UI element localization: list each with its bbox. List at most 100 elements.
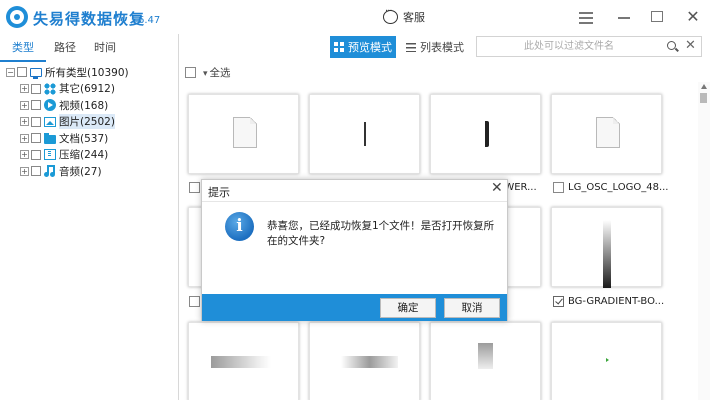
document-icon bbox=[596, 117, 620, 148]
dialog-divider bbox=[202, 201, 507, 202]
cancel-button[interactable]: 取消 bbox=[444, 298, 500, 318]
menu-button[interactable] bbox=[578, 8, 596, 26]
close-window-button[interactable]: ✕ bbox=[684, 8, 702, 26]
title-bar: 失易得数据恢复 6.47 客服 ✕ bbox=[0, 0, 710, 34]
file-checkbox[interactable] bbox=[189, 295, 200, 307]
file-thumbnail[interactable] bbox=[309, 322, 420, 400]
image-icon bbox=[44, 116, 56, 127]
tree-item-label: 文档(537) bbox=[59, 132, 109, 145]
tree-checkbox[interactable] bbox=[17, 67, 27, 77]
tree-item-all-types[interactable]: − 所有类型(10390) bbox=[6, 64, 129, 80]
expand-icon[interactable]: + bbox=[20, 84, 29, 93]
info-icon: i bbox=[225, 212, 254, 241]
maximize-icon bbox=[651, 11, 663, 22]
confirm-button[interactable]: 确定 bbox=[380, 298, 436, 318]
image-preview bbox=[606, 358, 609, 362]
vertical-scrollbar[interactable] bbox=[698, 82, 710, 400]
toolbar: 预览模式 列表模式 ✕ bbox=[180, 34, 710, 62]
grid-view-icon bbox=[334, 42, 344, 52]
expand-icon[interactable]: + bbox=[20, 133, 29, 143]
app-logo-icon bbox=[6, 6, 28, 28]
preview-mode-label: 预览模式 bbox=[348, 41, 392, 54]
search-box: ✕ bbox=[476, 36, 702, 57]
tree-checkbox[interactable] bbox=[31, 166, 41, 176]
tree-item-archive[interactable]: + 压缩(244) bbox=[20, 147, 129, 163]
tree-item-label: 其它(6912) bbox=[59, 83, 115, 95]
grid-icon bbox=[44, 82, 56, 95]
file-checkbox[interactable] bbox=[553, 181, 564, 193]
tree-checkbox[interactable] bbox=[31, 133, 41, 143]
image-preview bbox=[341, 356, 398, 368]
app-version: 6.47 bbox=[138, 15, 161, 26]
file-name: LG_OSC_LOGO_48... bbox=[568, 181, 669, 193]
file-thumbnail[interactable] bbox=[551, 322, 662, 400]
file-name: BG-GRADIENT-BO... bbox=[568, 295, 665, 307]
tree-item-document[interactable]: + 文档(537) bbox=[20, 130, 129, 146]
minimize-button[interactable] bbox=[616, 8, 634, 26]
computer-icon bbox=[30, 67, 42, 79]
file-thumbnail[interactable] bbox=[188, 94, 299, 174]
list-view-icon bbox=[406, 42, 416, 52]
file-thumbnail[interactable] bbox=[430, 322, 541, 400]
tree-item-other[interactable]: + 其它(6912) bbox=[20, 81, 129, 97]
tree-item-audio[interactable]: + 音频(27) bbox=[20, 163, 129, 179]
chat-bubble-icon bbox=[383, 6, 398, 24]
expand-icon[interactable]: + bbox=[20, 117, 29, 126]
list-mode-label: 列表模式 bbox=[420, 41, 464, 54]
file-caption[interactable]: BG-GRADIENT-BO... bbox=[553, 294, 664, 308]
tree-checkbox[interactable] bbox=[31, 116, 41, 127]
collapse-icon[interactable]: − bbox=[6, 67, 15, 77]
file-thumbnail[interactable] bbox=[551, 207, 662, 288]
dialog-close-icon[interactable]: ✕ bbox=[491, 180, 503, 196]
expand-icon[interactable]: + bbox=[20, 150, 29, 159]
select-all-row[interactable]: 全选 bbox=[185, 64, 231, 80]
tab-path[interactable]: 路径 bbox=[46, 34, 84, 62]
hamburger-icon bbox=[579, 12, 593, 14]
file-checkbox[interactable] bbox=[553, 295, 564, 307]
tree-checkbox[interactable] bbox=[31, 83, 41, 94]
app-title: 失易得数据恢复 bbox=[33, 10, 146, 28]
document-icon bbox=[233, 117, 257, 148]
image-preview bbox=[364, 122, 366, 146]
file-thumbnail[interactable] bbox=[188, 322, 299, 400]
clear-search-icon[interactable]: ✕ bbox=[685, 38, 696, 54]
tree-item-video[interactable]: + 视频(168) bbox=[20, 97, 129, 113]
select-all-checkbox[interactable] bbox=[185, 66, 196, 78]
folder-icon bbox=[44, 132, 56, 144]
prompt-dialog: 提示 ✕ i 恭喜您，已经成功恢复1个文件！是否打开恢复所在的文件夹? 确定 取… bbox=[201, 179, 508, 321]
tree-checkbox[interactable] bbox=[31, 149, 41, 160]
file-type-tree: − 所有类型(10390) + 其它(6912) + 视频(168) + 图片(… bbox=[6, 64, 129, 180]
list-mode-button[interactable]: 列表模式 bbox=[406, 36, 470, 58]
search-input[interactable] bbox=[481, 38, 657, 55]
tree-item-label: 图片(2502) bbox=[59, 114, 115, 129]
tree-item-label: 所有类型(10390) bbox=[45, 66, 129, 79]
file-thumbnail[interactable] bbox=[551, 94, 662, 174]
scrollbar-thumb[interactable] bbox=[700, 93, 707, 103]
file-thumbnail[interactable] bbox=[430, 94, 541, 174]
preview-mode-button[interactable]: 预览模式 bbox=[330, 36, 396, 58]
tree-checkbox[interactable] bbox=[31, 100, 41, 110]
image-preview bbox=[603, 220, 611, 288]
tab-time[interactable]: 时间 bbox=[84, 34, 126, 62]
expand-icon[interactable]: + bbox=[20, 166, 29, 176]
scroll-up-icon[interactable] bbox=[701, 84, 707, 89]
search-icon[interactable] bbox=[667, 41, 676, 50]
image-preview bbox=[478, 343, 493, 369]
maximize-button[interactable] bbox=[650, 8, 668, 26]
file-checkbox[interactable] bbox=[189, 181, 200, 193]
tree-item-label: 视频(168) bbox=[59, 99, 109, 112]
customer-service-label: 客服 bbox=[403, 11, 425, 24]
audio-icon bbox=[44, 165, 56, 177]
file-caption[interactable]: LG_OSC_LOGO_48... bbox=[553, 180, 669, 194]
customer-service-button[interactable]: 客服 bbox=[383, 6, 425, 25]
tree-item-image[interactable]: + 图片(2502) bbox=[20, 114, 129, 130]
left-tabs: 类型 路径 时间 bbox=[0, 34, 178, 62]
dialog-title: 提示 bbox=[208, 186, 230, 199]
file-thumbnail[interactable] bbox=[309, 94, 420, 174]
expand-icon[interactable]: + bbox=[20, 100, 29, 110]
tab-type[interactable]: 类型 bbox=[0, 34, 46, 62]
dialog-message: 恭喜您，已经成功恢复1个文件！是否打开恢复所在的文件夹? bbox=[267, 220, 495, 247]
left-panel: 类型 路径 时间 − 所有类型(10390) + 其它(6912) + 视频(1… bbox=[0, 34, 179, 400]
minimize-icon bbox=[618, 17, 630, 19]
select-all-label[interactable]: 全选 bbox=[203, 65, 231, 80]
